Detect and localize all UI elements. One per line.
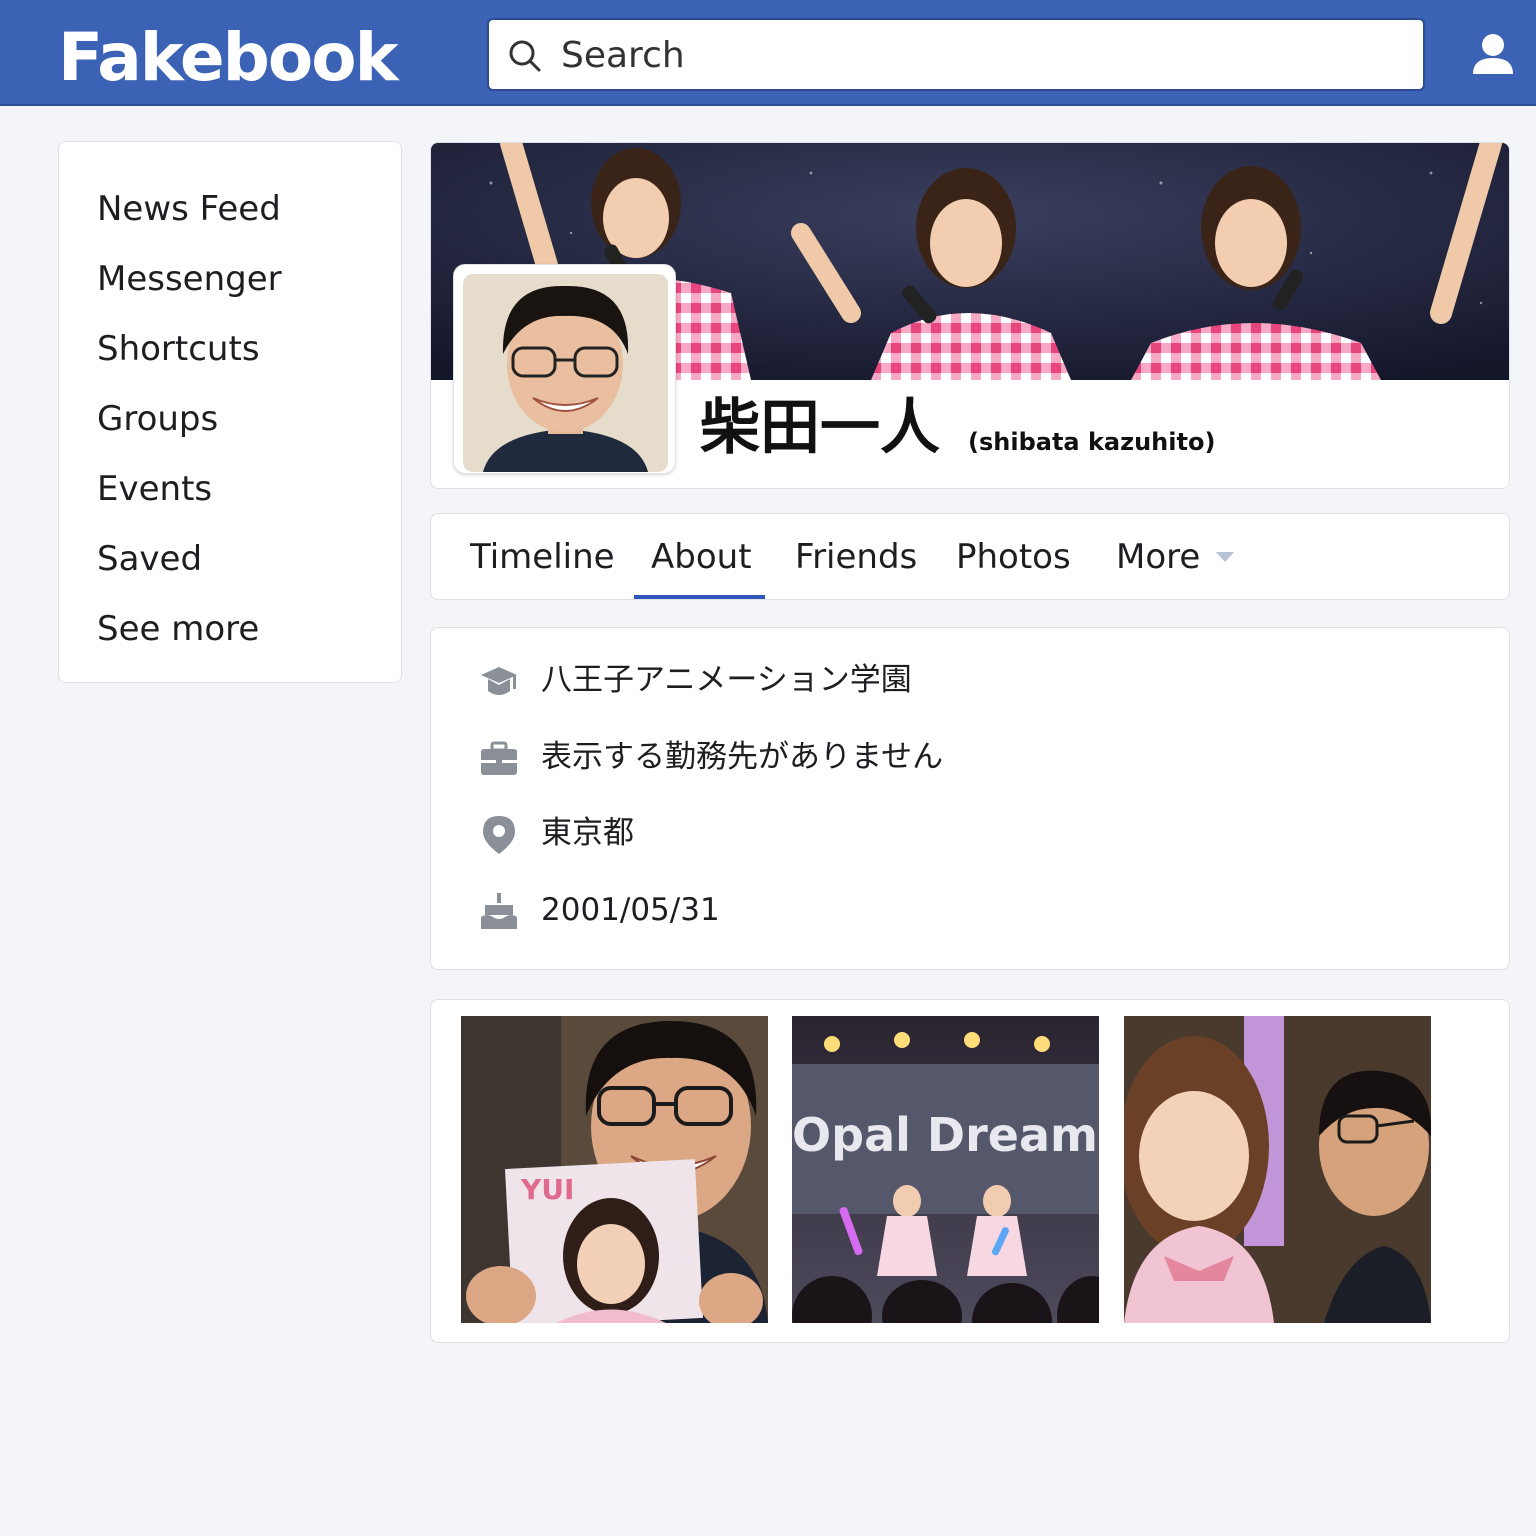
active-tab-indicator bbox=[634, 595, 765, 599]
tab-about[interactable]: About bbox=[651, 534, 752, 580]
top-navigation-bar: Fakebook Search bbox=[0, 0, 1536, 106]
search-input[interactable]: Search bbox=[561, 36, 685, 76]
photo-fan-with-poster: YUI bbox=[461, 1016, 768, 1323]
search-icon bbox=[509, 40, 541, 72]
photo-thumbnail-1[interactable]: YUI bbox=[461, 1016, 768, 1323]
about-education-text: 八王子アニメーション学園 bbox=[541, 662, 912, 698]
location-pin-icon bbox=[483, 816, 515, 854]
chevron-down-icon[interactable] bbox=[1214, 550, 1236, 564]
profile-romaji-name: (shibata kazuhito) bbox=[968, 428, 1216, 456]
photo-concert-stage: Opal Dream bbox=[792, 1016, 1099, 1323]
sidebar-item-events[interactable]: Events bbox=[97, 464, 401, 534]
about-location-text: 東京都 bbox=[541, 815, 634, 851]
stage-banner-text: Opal Dream bbox=[792, 1108, 1098, 1162]
sidebar-item-saved[interactable]: Saved bbox=[97, 534, 401, 604]
about-work-text: 表示する勤務先がありません bbox=[541, 739, 944, 775]
profile-tabs-bar: Timeline About Friends Photos More bbox=[430, 513, 1510, 600]
tab-more[interactable]: More bbox=[1116, 534, 1200, 580]
birthday-cake-icon bbox=[481, 893, 517, 929]
photo-thumbnail-2[interactable]: Opal Dream bbox=[792, 1016, 1099, 1323]
sidebar-item-news-feed[interactable]: News Feed bbox=[97, 184, 401, 254]
briefcase-icon bbox=[481, 741, 517, 775]
search-bar[interactable]: Search bbox=[487, 18, 1425, 91]
fakebook-logo[interactable]: Fakebook bbox=[58, 18, 398, 98]
sidebar-item-shortcuts[interactable]: Shortcuts bbox=[97, 324, 401, 394]
photos-card: YUI Opal Dream bbox=[430, 999, 1510, 1343]
poster-text: YUI bbox=[520, 1173, 574, 1206]
sidebar-item-groups[interactable]: Groups bbox=[97, 394, 401, 464]
left-sidebar: News Feed Messenger Shortcuts Groups Eve… bbox=[58, 141, 402, 683]
tab-photos[interactable]: Photos bbox=[956, 534, 1071, 580]
avatar[interactable] bbox=[463, 274, 668, 472]
graduation-cap-icon bbox=[481, 667, 517, 695]
sidebar-item-see-more[interactable]: See more bbox=[97, 604, 401, 674]
about-card: 八王子アニメーション学園 表示する勤務先がありません 東京都 2001/05/3… bbox=[430, 627, 1510, 970]
user-profile-icon[interactable] bbox=[1470, 30, 1516, 78]
tab-friends[interactable]: Friends bbox=[795, 534, 917, 580]
sidebar-item-messenger[interactable]: Messenger bbox=[97, 254, 401, 324]
profile-name: 柴田一人 bbox=[700, 393, 940, 463]
tab-timeline[interactable]: Timeline bbox=[470, 534, 615, 580]
about-birthday-text: 2001/05/31 bbox=[541, 892, 720, 928]
photo-thumbnail-3[interactable] bbox=[1124, 1016, 1431, 1323]
photo-fan-with-idol bbox=[1124, 1016, 1431, 1323]
profile-avatar-frame bbox=[453, 264, 676, 474]
